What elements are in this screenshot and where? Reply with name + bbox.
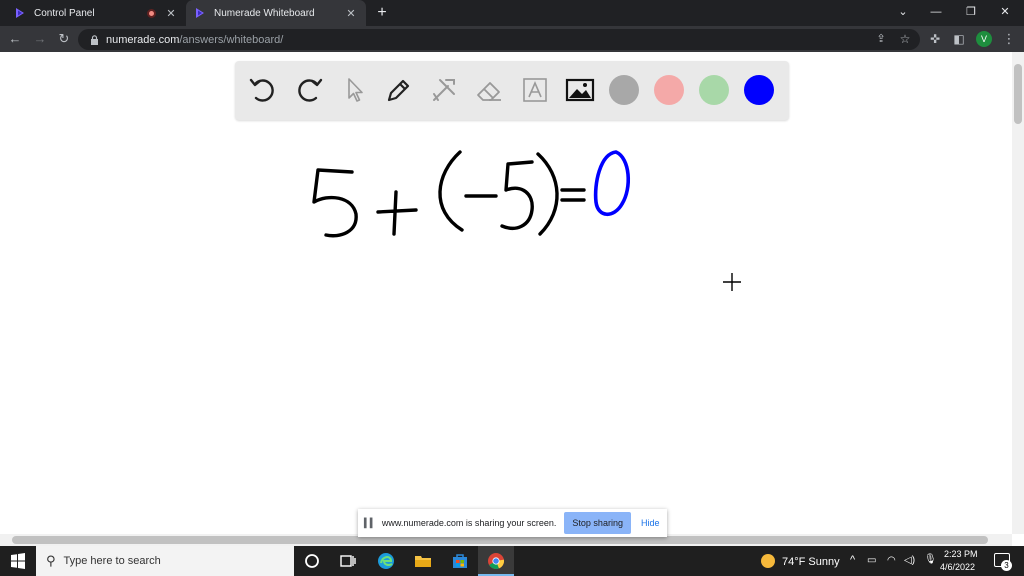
handwritten-equation (312, 150, 631, 238)
chrome-browser-icon[interactable] (486, 551, 506, 571)
tools-icon[interactable] (428, 74, 460, 106)
edge-browser-icon[interactable] (376, 551, 396, 571)
minimize-button[interactable]: — (925, 2, 947, 22)
taskbar-search-box[interactable]: ⚲ Type here to search (36, 546, 294, 576)
tab-search-icon[interactable]: ⌄ (892, 2, 914, 22)
weather-sun-icon (761, 554, 775, 568)
back-arrow-icon[interactable]: ← (6, 30, 24, 48)
extensions-puzzle-icon[interactable]: ✜ (926, 30, 944, 48)
search-placeholder: Type here to search (63, 555, 161, 567)
ink-open-paren (438, 150, 464, 232)
scrollbar-thumb[interactable] (12, 536, 988, 544)
bookmark-star-icon[interactable]: ☆ (896, 30, 914, 48)
task-view-icon[interactable] (338, 551, 358, 571)
chevron-up-icon[interactable]: ^ (850, 554, 855, 566)
forward-arrow-icon[interactable]: → (31, 30, 49, 48)
ink-plus-sign (376, 190, 418, 236)
browser-toolbar: ← → ↻ numerade.com/answers/whiteboard/ ⇪… (0, 26, 1024, 52)
ink-digit-5 (312, 168, 358, 238)
numerade-logo-icon (16, 8, 24, 18)
tab-title: Control Panel (34, 7, 95, 19)
clock-date[interactable]: 4/6/2022 (940, 562, 975, 572)
color-swatch-pink[interactable] (654, 75, 684, 105)
profile-avatar[interactable]: V (976, 31, 992, 47)
notification-count-badge: 3 (1001, 560, 1012, 571)
ink-close-paren (536, 152, 559, 236)
reload-icon[interactable]: ↻ (55, 30, 73, 48)
browser-tab-strip: Control Panel ✕ Numerade Whiteboard ✕ + … (0, 0, 1024, 26)
undo-icon[interactable] (247, 74, 279, 106)
lock-icon (91, 34, 98, 45)
crosshair-cursor-icon (723, 273, 741, 291)
numerade-logo-icon (196, 8, 204, 18)
tab-close-icon[interactable]: ✕ (164, 7, 178, 20)
color-swatch-blue[interactable] (744, 75, 774, 105)
close-window-button[interactable]: ✕ (994, 2, 1016, 22)
search-icon: ⚲ (46, 553, 56, 568)
weather-text[interactable]: 74°F Sunny (782, 556, 840, 568)
drag-handle-icon[interactable]: ▍▍ (364, 518, 377, 529)
whiteboard-canvas[interactable] (0, 52, 1012, 534)
recording-indicator-icon (147, 8, 156, 18)
ink-answer-zero (593, 150, 631, 217)
windows-start-icon[interactable] (8, 551, 28, 571)
tab-control-panel[interactable]: Control Panel ✕ (0, 0, 186, 26)
url-host: numerade.com (106, 33, 180, 46)
stop-sharing-button[interactable]: Stop sharing (564, 512, 631, 534)
address-bar[interactable]: numerade.com/answers/whiteboard/ (78, 29, 920, 50)
side-panel-icon[interactable]: ◧ (950, 30, 968, 48)
microsoft-store-icon[interactable] (450, 551, 470, 571)
ink-digit-5 (500, 160, 534, 230)
whiteboard-toolbar (235, 61, 789, 120)
ink-equals-sign (560, 188, 586, 202)
color-swatch-green[interactable] (699, 75, 729, 105)
sharing-message: www.numerade.com is sharing your screen. (381, 518, 557, 528)
scrollbar-thumb[interactable] (1014, 64, 1022, 124)
tab-numerade-whiteboard[interactable]: Numerade Whiteboard ✕ (186, 0, 366, 26)
restore-button[interactable]: ❐ (960, 2, 982, 22)
image-icon[interactable] (564, 74, 596, 106)
pointer-icon[interactable] (338, 74, 370, 106)
screen-sharing-banner: ▍▍ www.numerade.com is sharing your scre… (358, 509, 667, 537)
menu-kebab-icon[interactable]: ⋮ (1000, 30, 1018, 48)
microphone-icon[interactable]: 🎙 (924, 554, 937, 565)
clock-time[interactable]: 2:23 PM (944, 549, 978, 559)
tab-title: Numerade Whiteboard (214, 7, 315, 19)
volume-icon[interactable]: ◁) (904, 555, 915, 566)
vertical-scrollbar[interactable] (1012, 52, 1024, 534)
battery-icon[interactable]: ▭ (867, 555, 876, 566)
eraser-icon[interactable] (473, 74, 505, 106)
redo-icon[interactable] (293, 74, 325, 106)
hide-button[interactable]: Hide (641, 518, 660, 528)
file-explorer-icon[interactable] (413, 551, 433, 571)
pen-icon[interactable] (383, 74, 415, 106)
tab-close-icon[interactable]: ✕ (344, 7, 358, 20)
windows-taskbar: ⚲ Type here to search 74°F Sunny ^ ▭ ◠ ◁… (0, 546, 1024, 576)
share-icon[interactable]: ⇪ (872, 30, 890, 48)
wifi-icon[interactable]: ◠ (887, 555, 896, 566)
url-path: /answers/whiteboard/ (179, 33, 284, 46)
new-tab-button[interactable]: + (372, 3, 392, 23)
color-swatch-gray[interactable] (609, 75, 639, 105)
cortana-icon[interactable] (302, 551, 322, 571)
text-icon[interactable] (519, 74, 551, 106)
